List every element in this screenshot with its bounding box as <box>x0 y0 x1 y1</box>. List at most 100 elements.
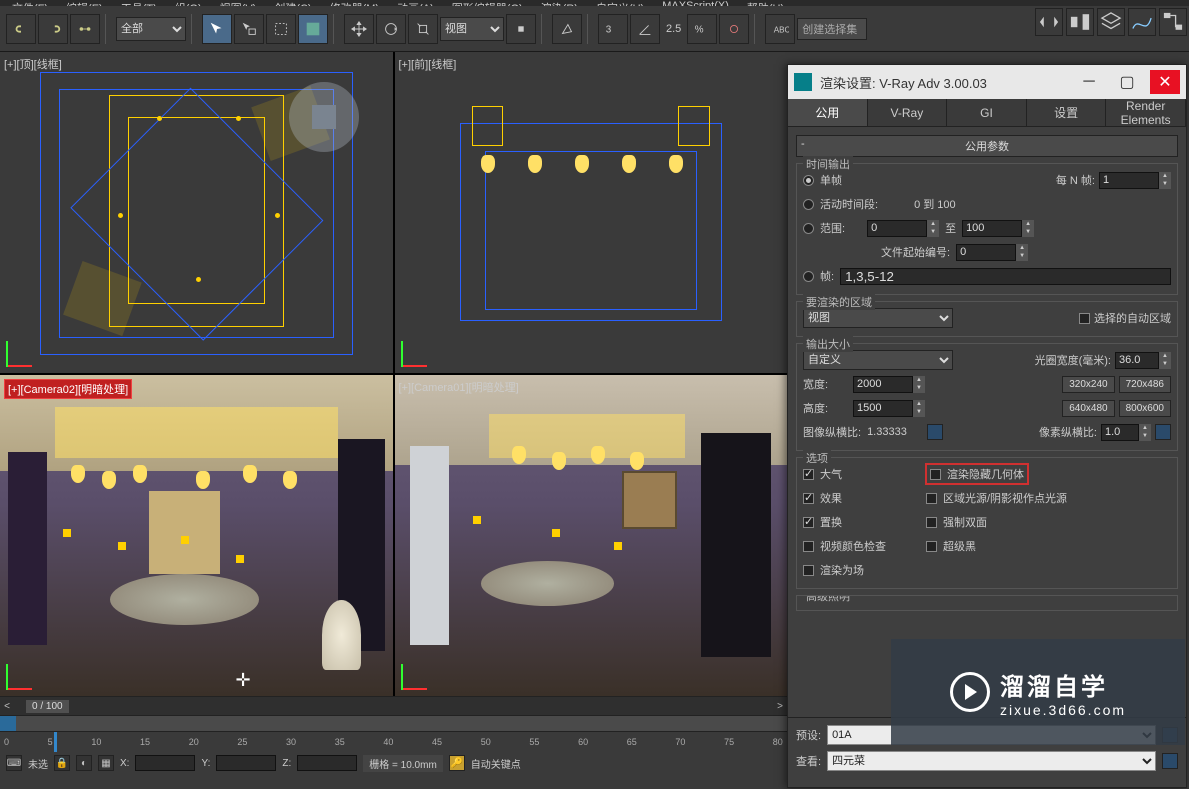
selection-filter[interactable]: 全部 <box>116 17 186 41</box>
file-start-field[interactable] <box>956 244 1016 261</box>
minimize-icon[interactable]: ─ <box>1074 70 1104 94</box>
lock-icon[interactable]: 🔒 <box>54 755 70 771</box>
view-dropdown[interactable]: 四元菜 <box>827 751 1156 771</box>
lock-view-icon[interactable] <box>1162 753 1178 769</box>
aperture-field[interactable] <box>1115 352 1159 369</box>
time-next-icon[interactable]: > <box>773 701 787 712</box>
svg-text:ABC: ABC <box>774 25 789 34</box>
select-by-name-icon[interactable] <box>234 14 264 44</box>
mirror-icon[interactable] <box>1035 8 1063 36</box>
unlink-icon[interactable] <box>38 14 68 44</box>
viewport-top[interactable]: [+][顶][线框] <box>0 52 393 373</box>
preset-720x486[interactable]: 720x486 <box>1119 376 1171 393</box>
width-field[interactable] <box>853 376 913 393</box>
play-icon <box>950 672 990 712</box>
x-coord-field[interactable] <box>135 755 195 771</box>
output-preset-dropdown[interactable]: 自定义 <box>803 350 953 370</box>
chk-effects[interactable] <box>803 493 814 504</box>
radio-frames[interactable] <box>803 271 814 282</box>
pivot-icon[interactable] <box>506 14 536 44</box>
dialog-titlebar[interactable]: 渲染设置: V-Ray Adv 3.00.03 ─ ▢ ✕ <box>788 65 1186 99</box>
selection-status: 未选 <box>28 756 48 771</box>
schematic-icon[interactable] <box>1159 8 1187 36</box>
aspect-lock-icon[interactable] <box>927 424 943 440</box>
reference-coord[interactable]: 视图 <box>440 17 504 41</box>
tab-render-elements[interactable]: Render Elements <box>1106 99 1186 126</box>
chk-render-hidden[interactable] <box>930 469 941 480</box>
add-time-tag-icon[interactable]: 🔑 <box>449 755 465 771</box>
manipulate-icon[interactable] <box>552 14 582 44</box>
rotate-icon[interactable] <box>376 14 406 44</box>
move-icon[interactable] <box>344 14 374 44</box>
tab-vray[interactable]: V-Ray <box>868 99 948 126</box>
chk-area-lights-as-points[interactable] <box>926 493 937 504</box>
area-dropdown[interactable]: 视图 <box>803 308 953 328</box>
rect-select-icon[interactable] <box>266 14 296 44</box>
viewport-label: [+][前][线框] <box>399 56 457 72</box>
preset-320x240[interactable]: 320x240 <box>1062 376 1114 393</box>
group-options: 选项 大气 渲染隐藏几何体 效果 区域光源/阴影视作点光源 置换 强制双面 <box>796 457 1178 589</box>
chk-render-to-fields[interactable] <box>803 565 814 576</box>
close-icon[interactable]: ✕ <box>1150 70 1180 94</box>
rollout-common-params[interactable]: -公用参数 <box>796 135 1178 157</box>
link-icon[interactable] <box>6 14 36 44</box>
scale-icon[interactable] <box>408 14 438 44</box>
bind-icon[interactable] <box>70 14 100 44</box>
right-toolbar <box>1035 8 1187 36</box>
frames-field[interactable] <box>840 268 1171 285</box>
pixel-aspect-lock-icon[interactable] <box>1155 424 1171 440</box>
chk-force-2sided[interactable] <box>926 517 937 528</box>
track-toggle-icon[interactable] <box>0 716 16 732</box>
tab-common[interactable]: 公用 <box>788 99 868 126</box>
percent-snap-icon[interactable]: % <box>687 14 717 44</box>
tab-gi[interactable]: GI <box>947 99 1027 126</box>
time-cursor[interactable] <box>54 732 57 752</box>
viewcube-icon[interactable] <box>289 82 359 152</box>
radio-active-segment[interactable] <box>803 199 814 210</box>
tab-settings[interactable]: 设置 <box>1027 99 1107 126</box>
viewport-label: [+][Camera01][明暗处理] <box>399 379 519 395</box>
radio-single-frame[interactable] <box>803 175 814 186</box>
range-from-field[interactable] <box>867 220 927 237</box>
isolate-icon[interactable]: ◐ <box>76 755 92 771</box>
pixel-aspect-field[interactable] <box>1101 424 1139 441</box>
status-bar: ⌨ 未选 🔒 ◐ ▦ X: Y: Z: 栅格 = 10.0mm 🔑 自动关键点 <box>0 751 787 775</box>
viewport-label-highlighted: [+][Camera02][明暗处理] <box>4 379 132 399</box>
chk-video-color-check[interactable] <box>803 541 814 552</box>
layers-icon[interactable] <box>1097 8 1125 36</box>
chk-auto-region[interactable] <box>1079 313 1090 324</box>
viewport-front[interactable]: [+][前][线框] <box>395 52 788 373</box>
viewport-camera02[interactable]: [+][Camera02][明暗处理] ✛ <box>0 375 393 696</box>
axis-gizmo-icon <box>401 660 431 690</box>
every-n-field[interactable] <box>1099 172 1159 189</box>
xform-type-icon[interactable]: ▦ <box>98 755 114 771</box>
height-field[interactable] <box>853 400 913 417</box>
chk-displacement[interactable] <box>803 517 814 528</box>
align-icon[interactable] <box>1066 8 1094 36</box>
group-area-to-render: 要渲染的区域 视图 选择的自动区域 <box>796 301 1178 337</box>
named-selection-set[interactable]: 创建选择集 <box>797 18 867 40</box>
spinner-snap-icon[interactable] <box>719 14 749 44</box>
viewport-camera01[interactable]: [+][Camera01][明暗处理] <box>395 375 788 696</box>
axis-gizmo-icon <box>6 660 36 690</box>
range-to-field[interactable] <box>962 220 1022 237</box>
chk-atmospherics[interactable] <box>803 469 814 480</box>
y-coord-field[interactable] <box>216 755 276 771</box>
edit-named-icon[interactable]: ABC <box>765 14 795 44</box>
preset-800x600[interactable]: 800x600 <box>1119 400 1171 417</box>
chk-super-black[interactable] <box>926 541 937 552</box>
radio-range[interactable] <box>803 223 814 234</box>
maximize-icon[interactable]: ▢ <box>1112 70 1142 94</box>
viewports: [+][顶][线框] [+][前][线框] [+][ <box>0 52 787 696</box>
window-crossing-icon[interactable] <box>298 14 328 44</box>
snap-toggle-icon[interactable]: 3 <box>598 14 628 44</box>
curve-editor-icon[interactable] <box>1128 8 1156 36</box>
angle-snap-icon[interactable] <box>630 14 660 44</box>
z-coord-field[interactable] <box>297 755 357 771</box>
grid-readout: 栅格 = 10.0mm <box>363 755 443 772</box>
time-prev-icon[interactable]: < <box>0 701 14 712</box>
script-icon[interactable]: ⌨ <box>6 755 22 771</box>
preset-640x480[interactable]: 640x480 <box>1062 400 1114 417</box>
select-object-icon[interactable] <box>202 14 232 44</box>
time-ruler[interactable]: 0510 152025 303540 455055 606570 7580 <box>0 731 787 751</box>
